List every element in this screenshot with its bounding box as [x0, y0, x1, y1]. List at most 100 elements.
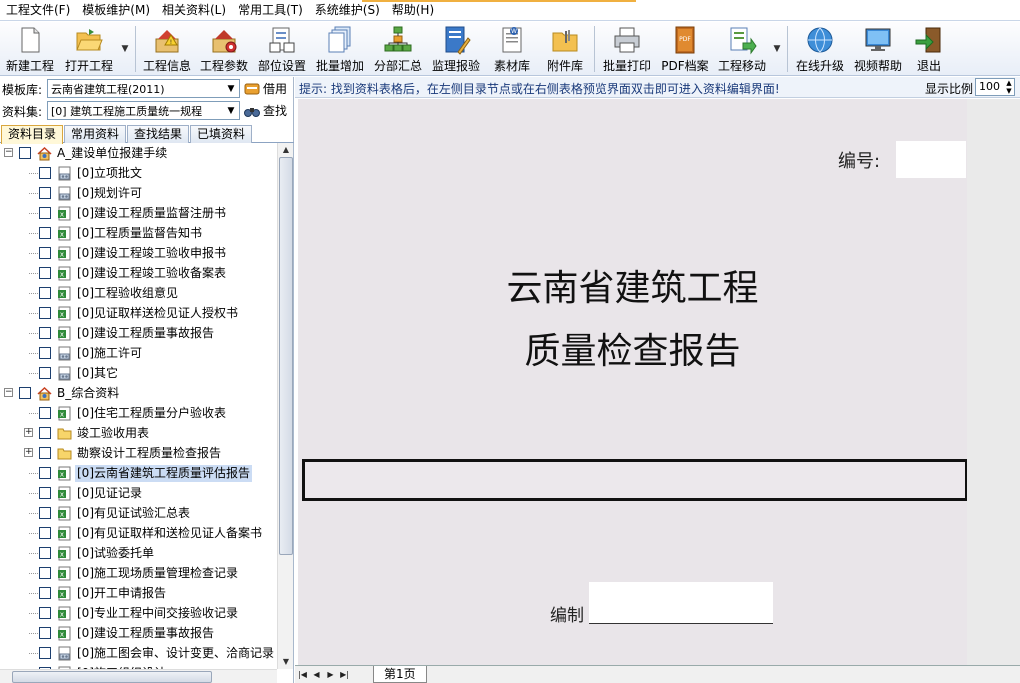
doc-number-field[interactable]: [896, 141, 966, 178]
tree-checkbox[interactable]: [39, 567, 51, 579]
search-button[interactable]: 查找: [244, 102, 287, 119]
tree-horizontal-scrollbar[interactable]: [0, 669, 277, 683]
tree-checkbox[interactable]: [39, 247, 51, 259]
tree-item[interactable]: x [0]施工现场质量管理检查记录: [0, 563, 277, 583]
tree-checkbox[interactable]: [39, 447, 51, 459]
tree-checkbox[interactable]: [39, 287, 51, 299]
tree-item[interactable]: [0]立项批文: [0, 163, 277, 183]
attachment-lib-button[interactable]: 附件库: [539, 22, 591, 76]
tree-checkbox[interactable]: [39, 167, 51, 179]
tree-item[interactable]: x [0]住宅工程质量分户验收表: [0, 403, 277, 423]
project-info-button[interactable]: ! 工程信息: [139, 22, 195, 76]
tree-group[interactable]: − A_建设单位报建手续: [0, 143, 277, 163]
open-project-dropdown[interactable]: ▼: [118, 22, 132, 76]
tree-checkbox[interactable]: [19, 387, 31, 399]
menu-common-tools[interactable]: 常用工具(T): [232, 0, 309, 21]
menu-template-maintenance[interactable]: 模板维护(M): [76, 0, 156, 21]
menu-system-maintenance[interactable]: 系统维护(S): [309, 0, 386, 21]
tree-item[interactable]: [0]施工图会审、设计变更、洽商记录: [0, 643, 277, 663]
tree-item[interactable]: x [0]建设工程竣工验收申报书: [0, 243, 277, 263]
tree-checkbox[interactable]: [39, 267, 51, 279]
menu-project-file[interactable]: 工程文件(F): [0, 0, 76, 21]
tree-checkbox[interactable]: [39, 507, 51, 519]
tree-item[interactable]: x [0]见证取样送检见证人授权书: [0, 303, 277, 323]
tree-item[interactable]: [0]施工许可: [0, 343, 277, 363]
zoom-input[interactable]: 100 ▲ ▼: [975, 78, 1015, 96]
online-upgrade-button[interactable]: 在线升级: [791, 22, 849, 76]
tree-item[interactable]: [0]规划许可: [0, 183, 277, 203]
batch-print-button[interactable]: 批量打印: [598, 22, 656, 76]
tree-item[interactable]: x [0]见证记录: [0, 483, 277, 503]
menu-help[interactable]: 帮助(H): [386, 0, 440, 21]
sheet-tab-page1[interactable]: 第1页: [373, 666, 427, 683]
prev-sheet-icon[interactable]: ◀: [310, 668, 323, 682]
tree-folder[interactable]: + 竣工验收用表: [0, 423, 277, 443]
tree-checkbox[interactable]: [39, 407, 51, 419]
tree-checkbox[interactable]: [39, 467, 51, 479]
doc-compile-field[interactable]: [589, 582, 773, 624]
tree-item[interactable]: x [0]云南省建筑工程质量评估报告: [0, 463, 277, 483]
tab-common-data[interactable]: 常用资料: [64, 125, 127, 143]
tree-folder[interactable]: + 勘察设计工程质量检查报告: [0, 443, 277, 463]
tree-item[interactable]: x [0]开工申请报告: [0, 583, 277, 603]
tree-checkbox[interactable]: [39, 307, 51, 319]
tree-checkbox[interactable]: [39, 347, 51, 359]
tree-item[interactable]: x [0]工程验收组意见: [0, 283, 277, 303]
project-params-button[interactable]: 工程参数: [195, 22, 253, 76]
material-lib-button[interactable]: W 素材库: [485, 22, 539, 76]
tree-item[interactable]: x [0]建设工程竣工验收备案表: [0, 263, 277, 283]
last-sheet-icon[interactable]: ▶|: [338, 668, 351, 682]
tree-item[interactable]: x [0]工程质量监督告知书: [0, 223, 277, 243]
menu-related-data[interactable]: 相关资料(L): [156, 0, 232, 21]
hscroll-thumb[interactable]: [12, 671, 212, 683]
document-preview[interactable]: 编号: 云南省建筑工程 质量检查报告 编制: [298, 99, 968, 665]
tree-checkbox[interactable]: [19, 147, 31, 159]
scroll-up-icon[interactable]: ▲: [278, 143, 294, 157]
template-select[interactable]: 云南省建筑工程(2011) ▼: [47, 79, 240, 98]
tree-vertical-scrollbar[interactable]: ▲ ▼: [277, 143, 293, 669]
tree-checkbox[interactable]: [39, 187, 51, 199]
tree-checkbox[interactable]: [39, 427, 51, 439]
first-sheet-icon[interactable]: |◀: [296, 668, 309, 682]
tree-checkbox[interactable]: [39, 367, 51, 379]
project-move-dropdown[interactable]: ▼: [770, 22, 784, 76]
tree-item[interactable]: x [0]建设工程质量事故报告: [0, 323, 277, 343]
tree-checkbox[interactable]: [39, 587, 51, 599]
tree-item[interactable]: [0]其它: [0, 363, 277, 383]
dataset-select[interactable]: [0] 建筑工程施工质量统一规程 ▼: [47, 101, 240, 120]
collapse-icon[interactable]: −: [4, 148, 13, 157]
part-settings-button[interactable]: 部位设置: [253, 22, 311, 76]
open-project-button[interactable]: 打开工程: [60, 22, 118, 76]
tree-item[interactable]: x [0]有见证试验汇总表: [0, 503, 277, 523]
tree-item[interactable]: x [0]有见证取样和送检见证人备案书: [0, 523, 277, 543]
new-project-button[interactable]: 新建工程: [0, 22, 60, 76]
tree-item[interactable]: x [0]建设工程质量监督注册书: [0, 203, 277, 223]
exit-button[interactable]: 退出: [907, 22, 951, 76]
tree-checkbox[interactable]: [39, 527, 51, 539]
next-sheet-icon[interactable]: ▶: [324, 668, 337, 682]
video-help-button[interactable]: 视频帮助: [849, 22, 907, 76]
scroll-down-icon[interactable]: ▼: [278, 655, 294, 669]
collapse-icon[interactable]: −: [4, 388, 13, 397]
expand-icon[interactable]: +: [24, 448, 33, 457]
tree-item[interactable]: x [0]专业工程中间交接验收记录: [0, 603, 277, 623]
tree-item[interactable]: x [0]试验委托单: [0, 543, 277, 563]
tree-checkbox[interactable]: [39, 227, 51, 239]
tree-checkbox[interactable]: [39, 487, 51, 499]
tree-checkbox[interactable]: [39, 627, 51, 639]
tree-checkbox[interactable]: [39, 607, 51, 619]
tree-checkbox[interactable]: [39, 647, 51, 659]
tree-checkbox[interactable]: [39, 547, 51, 559]
project-move-button[interactable]: 工程移动: [714, 22, 770, 76]
tab-data-directory[interactable]: 资料目录: [1, 125, 64, 144]
sub-summary-button[interactable]: 分部汇总: [369, 22, 427, 76]
scroll-thumb[interactable]: [279, 157, 293, 555]
tree-item[interactable]: x [0]建设工程质量事故报告: [0, 623, 277, 643]
batch-add-button[interactable]: 批量增加: [311, 22, 369, 76]
pdf-archive-button[interactable]: PDF PDF档案: [656, 22, 714, 76]
zoom-spinner-icon[interactable]: ▲ ▼: [1004, 79, 1014, 95]
tab-filled-data[interactable]: 已填资料: [190, 125, 253, 143]
tree-group[interactable]: − B_综合资料: [0, 383, 277, 403]
tree-checkbox[interactable]: [39, 327, 51, 339]
expand-icon[interactable]: +: [24, 428, 33, 437]
